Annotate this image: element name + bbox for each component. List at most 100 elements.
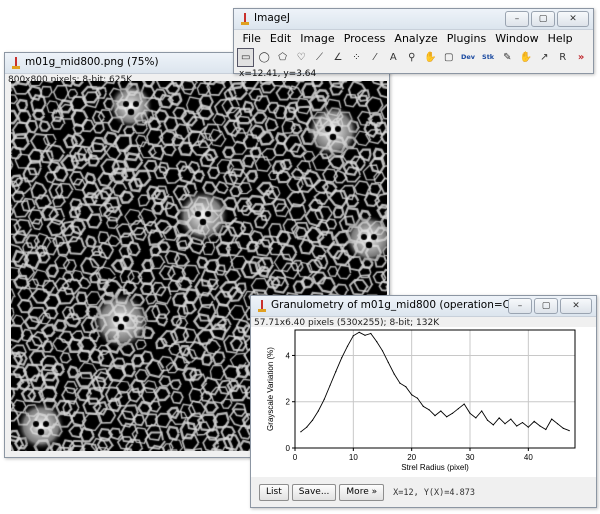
polygon-tool-icon[interactable]: ⬠ <box>274 48 291 67</box>
imagej-logo-icon <box>258 300 266 312</box>
data-point <box>364 334 366 336</box>
data-point <box>434 415 436 417</box>
data-point <box>551 418 553 420</box>
data-point <box>446 416 448 418</box>
imagej-logo-icon <box>241 13 249 25</box>
data-point <box>376 340 378 343</box>
cursor-coordinate-readout: X=12, Y(X)=4.873 <box>393 487 475 498</box>
data-point <box>475 417 477 419</box>
data-point <box>463 403 465 405</box>
menu-plugins[interactable]: Plugins <box>442 32 490 45</box>
x-tick-label: 0 <box>293 453 298 462</box>
imagej-titlebar[interactable]: ImageJ – ▢ ✕ <box>234 9 593 30</box>
data-point <box>317 410 319 412</box>
image-window-title: m01g_mid800.png (75%) <box>25 56 159 68</box>
menu-edit[interactable]: Edit <box>265 32 295 45</box>
data-point <box>481 410 483 412</box>
y-tick-label: 4 <box>286 351 291 360</box>
data-point <box>498 417 500 419</box>
data-point <box>533 420 535 422</box>
brush-tool-icon[interactable]: ✋ <box>517 48 534 67</box>
data-point <box>556 423 559 425</box>
data-point <box>411 394 413 396</box>
data-point <box>451 412 454 414</box>
more-tools-icon[interactable]: » <box>572 48 589 67</box>
menu-window[interactable]: Window <box>491 32 543 45</box>
menu-image[interactable]: Image <box>296 32 339 45</box>
menu-analyze[interactable]: Analyze <box>390 32 442 45</box>
data-point <box>370 332 372 335</box>
close-button[interactable]: ✕ <box>560 298 592 314</box>
point-tool-icon[interactable]: ⁘ <box>348 48 365 67</box>
minimize-button[interactable]: – <box>508 298 532 314</box>
data-point <box>440 410 442 412</box>
data-point <box>306 426 308 428</box>
data-point <box>300 431 302 433</box>
angle-tool-icon[interactable]: ∠ <box>329 48 346 67</box>
developer-menu-icon[interactable]: Dev <box>458 48 477 67</box>
line-tool-icon[interactable]: ⟋ <box>311 48 328 67</box>
data-point <box>329 384 331 387</box>
x-axis-label: Strel Radius (pixel) <box>401 463 469 472</box>
more-button[interactable]: More » <box>339 484 385 501</box>
data-point <box>405 386 407 388</box>
data-point <box>469 412 471 414</box>
wand-tool-icon[interactable]: ⁄ <box>366 48 383 67</box>
data-point <box>352 335 354 337</box>
x-tick-label: 10 <box>349 453 358 462</box>
color-picker-tool-icon[interactable]: ▢ <box>440 48 457 67</box>
rectangle-tool-icon[interactable]: ▭ <box>237 47 255 67</box>
save-button[interactable]: Save... <box>291 484 337 501</box>
x-tick-label: 30 <box>466 453 475 462</box>
data-point <box>358 331 360 333</box>
pencil-tool-icon[interactable]: ✎ <box>499 48 516 67</box>
data-point <box>381 350 384 352</box>
data-point <box>387 361 389 363</box>
menu-help[interactable]: Help <box>543 32 577 45</box>
imagej-menubar: File Edit Image Process Analyze Plugins Window… <box>234 30 593 47</box>
oval-tool-icon[interactable]: ◯ <box>255 48 272 67</box>
maximize-button[interactable]: ▢ <box>534 298 558 314</box>
data-point <box>562 427 564 429</box>
imagej-main-window[interactable]: ImageJ – ▢ ✕ File Edit Image Process Analyze… <box>233 8 594 79</box>
x-tick-label: 40 <box>524 453 533 462</box>
maximize-button[interactable]: ▢ <box>531 11 555 27</box>
y-tick-label: 0 <box>286 444 291 453</box>
granulometry-plot[interactable]: 0 10 20 30 40 0 2 4 Strel Radius (pixel) Grayscal… <box>251 327 596 477</box>
roi-manager-icon[interactable]: R <box>554 48 571 67</box>
y-axis-label: Grayscale Variation (%) <box>266 347 275 431</box>
data-point <box>422 405 424 407</box>
menu-file[interactable]: File <box>238 32 265 45</box>
x-tick-label: 20 <box>407 453 416 462</box>
data-point <box>428 409 430 411</box>
plot-window[interactable]: Granulometry of m01g_mid800 (operation=C… <box>250 295 597 508</box>
data-point <box>510 418 512 420</box>
data-point <box>527 426 529 428</box>
data-point <box>545 428 547 431</box>
imagej-window-title: ImageJ <box>254 12 290 24</box>
data-point <box>457 408 459 410</box>
text-tool-icon[interactable]: A <box>385 48 402 67</box>
data-point <box>486 419 489 421</box>
data-point <box>399 382 401 384</box>
stacks-menu-icon[interactable]: Stk <box>479 48 498 67</box>
arrow-tool-icon[interactable]: ↗ <box>536 48 553 67</box>
minimize-button[interactable]: – <box>505 11 529 27</box>
data-point <box>341 357 343 359</box>
menu-process[interactable]: Process <box>339 32 390 45</box>
freehand-tool-icon[interactable]: ♡ <box>292 48 309 67</box>
hand-tool-icon[interactable]: ✋ <box>422 48 439 67</box>
data-point <box>516 425 518 427</box>
magnifier-tool-icon[interactable]: ⚲ <box>403 48 420 67</box>
data-point <box>346 345 349 347</box>
list-button[interactable]: List <box>259 484 289 501</box>
imagej-status-bar: x=12.41, y=3.64 <box>239 69 317 79</box>
plot-window-title: Granulometry of m01g_mid800 (operation=C… <box>271 299 516 311</box>
y-tick-label: 2 <box>286 398 291 407</box>
close-button[interactable]: ✕ <box>557 11 589 27</box>
plot-window-titlebar[interactable]: Granulometry of m01g_mid800 (operation=C… <box>251 296 596 317</box>
data-point <box>393 373 395 375</box>
data-point <box>323 398 325 401</box>
data-point <box>521 421 524 424</box>
data-point <box>504 423 506 425</box>
